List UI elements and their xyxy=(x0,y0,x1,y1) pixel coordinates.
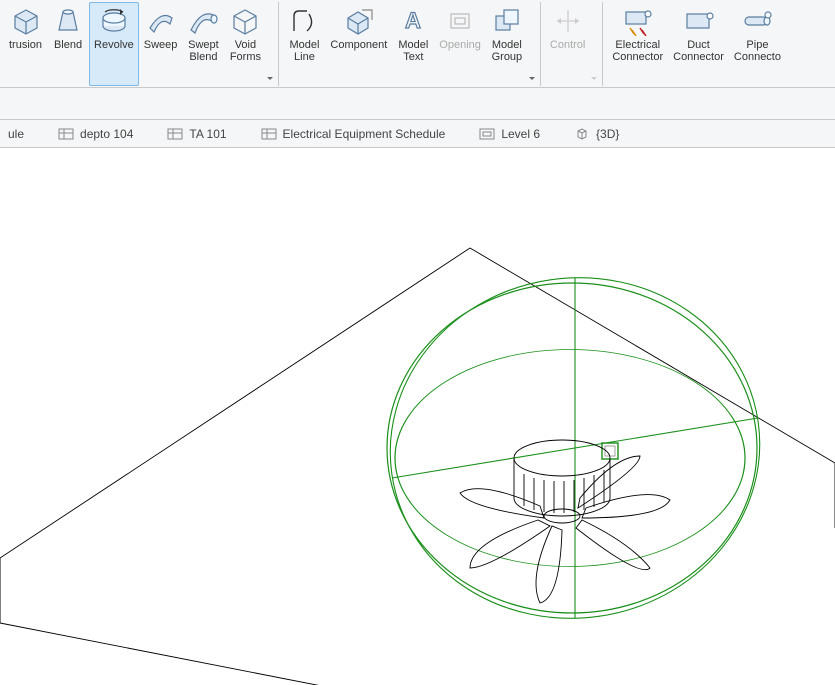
extrusion-button[interactable]: trusion xyxy=(4,2,47,86)
tab-partial-left[interactable]: ule xyxy=(2,123,30,145)
model-line-label: Model Line xyxy=(289,39,319,63)
void-forms-dropdown[interactable] xyxy=(266,2,274,86)
model-group-dropdown[interactable] xyxy=(528,2,536,86)
tab-3d[interactable]: {3D} xyxy=(568,123,625,145)
schedule-icon xyxy=(58,127,74,141)
plan-view-icon xyxy=(479,127,495,141)
pipe-connector-label: Pipe Connecto xyxy=(734,39,781,63)
revolve-button[interactable]: Revolve xyxy=(89,2,139,86)
model-text-label: Model Text xyxy=(398,39,428,63)
duct-connector-label: Duct Connector xyxy=(673,39,724,63)
tab-label: {3D} xyxy=(596,127,619,141)
blend-label: Blend xyxy=(54,39,82,51)
sweep-button[interactable]: Sweep xyxy=(139,2,183,86)
schedule-icon xyxy=(261,127,277,141)
tab-label: Level 6 xyxy=(501,127,540,141)
swept-blend-button[interactable]: Swept Blend xyxy=(182,2,224,86)
void-forms-label: Void Forms xyxy=(230,39,261,63)
svg-text:A: A xyxy=(405,8,421,33)
ribbon-panel-footer xyxy=(0,88,835,120)
tab-depto-104[interactable]: depto 104 xyxy=(52,123,139,145)
ribbon: trusion Blend Revolve xyxy=(0,0,835,88)
ribbon-group-connectors: Electrical Connector Duct Connector Pipe… xyxy=(603,2,790,86)
electrical-connector-icon xyxy=(622,5,654,37)
model-group-button[interactable]: Model Group xyxy=(486,2,528,86)
pipe-connector-button[interactable]: Pipe Connecto xyxy=(729,2,786,86)
tab-label: ule xyxy=(8,127,24,141)
document-tab-strip: ule depto 104 TA 101 Electrical Equipmen… xyxy=(0,120,835,148)
revolve-label: Revolve xyxy=(94,39,134,51)
tab-label: depto 104 xyxy=(80,127,133,141)
schedule-icon xyxy=(167,127,183,141)
ribbon-group-control: Control xyxy=(541,2,603,86)
opening-button: Opening xyxy=(434,2,486,86)
model-line-button[interactable]: Model Line xyxy=(283,2,325,86)
duct-connector-icon xyxy=(683,5,715,37)
opening-icon xyxy=(444,5,476,37)
model-line-icon xyxy=(288,5,320,37)
blend-button[interactable]: Blend xyxy=(47,2,89,86)
model-text-button[interactable]: A Model Text xyxy=(392,2,434,86)
3d-viewport[interactable] xyxy=(0,148,835,685)
control-button: Control xyxy=(545,2,590,86)
component-icon xyxy=(343,5,375,37)
control-icon xyxy=(552,5,584,37)
sweep-label: Sweep xyxy=(144,39,178,51)
tab-label: TA 101 xyxy=(189,127,226,141)
model-group-label: Model Group xyxy=(492,39,523,63)
pipe-connector-icon xyxy=(741,5,773,37)
opening-label: Opening xyxy=(439,39,481,51)
electrical-connector-label: Electrical Connector xyxy=(612,39,663,63)
component-button[interactable]: Component xyxy=(325,2,392,86)
ribbon-group-model: Model Line Component A Model Text xyxy=(279,2,540,86)
extrusion-icon xyxy=(10,5,42,37)
tab-level-6[interactable]: Level 6 xyxy=(473,123,546,145)
ribbon-group-forms: trusion Blend Revolve xyxy=(0,2,279,86)
model-text-icon: A xyxy=(397,5,429,37)
3d-view-icon xyxy=(574,127,590,141)
tab-label: Electrical Equipment Schedule xyxy=(283,127,446,141)
control-dropdown xyxy=(590,2,598,86)
tab-electrical-schedule[interactable]: Electrical Equipment Schedule xyxy=(255,123,452,145)
void-forms-button[interactable]: Void Forms xyxy=(224,2,266,86)
swept-blend-icon xyxy=(187,5,219,37)
electrical-connector-button[interactable]: Electrical Connector xyxy=(607,2,668,86)
component-label: Component xyxy=(330,39,387,51)
void-forms-icon xyxy=(229,5,261,37)
blend-icon xyxy=(52,5,84,37)
sweep-icon xyxy=(145,5,177,37)
control-label: Control xyxy=(550,39,585,51)
duct-connector-button[interactable]: Duct Connector xyxy=(668,2,729,86)
tab-ta-101[interactable]: TA 101 xyxy=(161,123,232,145)
extrusion-label: trusion xyxy=(9,39,42,51)
swept-blend-label: Swept Blend xyxy=(188,39,219,63)
model-group-icon xyxy=(491,5,523,37)
revolve-icon xyxy=(98,5,130,37)
